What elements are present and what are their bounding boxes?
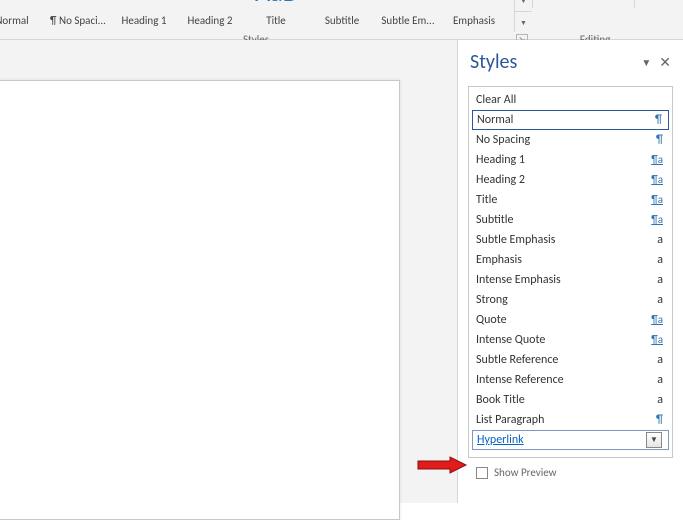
- pane-title: Styles: [470, 50, 641, 74]
- style-type-icon: a: [645, 350, 663, 370]
- close-icon[interactable]: ✕: [659, 54, 671, 71]
- style-gallery-item[interactable]: AaBTitle: [244, 0, 308, 33]
- style-label: Subtle Em...: [376, 14, 440, 27]
- style-name: Subtle Emphasis: [476, 230, 645, 250]
- style-gallery-item[interactable]: AaBbCcDdtEmphasis: [442, 0, 506, 33]
- style-type-icon: ¶: [645, 410, 663, 430]
- style-type-icon: ¶a: [645, 330, 663, 350]
- style-label: ¶ No Spaci...: [46, 14, 110, 27]
- style-label: Subtitle: [310, 14, 374, 27]
- style-name: Intense Reference: [476, 370, 645, 390]
- document-area: [0, 40, 457, 503]
- style-label: Title: [244, 14, 308, 27]
- style-gallery-item[interactable]: AaBbCcINormal: [0, 0, 44, 33]
- page[interactable]: [0, 80, 400, 520]
- style-row[interactable]: Quote¶a: [472, 310, 669, 330]
- style-type-icon: a: [645, 290, 663, 310]
- style-row[interactable]: List Paragraph¶: [472, 410, 669, 430]
- styles-gallery: AaBbCcINormalAaBbCcDc¶ No Spaci...AaBbCc…: [0, 0, 508, 33]
- style-label: Heading 2: [178, 14, 242, 27]
- style-type-icon: a: [645, 390, 663, 410]
- style-type-icon: ¶a: [645, 190, 663, 210]
- style-type-icon: ¶a: [645, 310, 663, 330]
- style-row[interactable]: Book Titlea: [472, 390, 669, 410]
- style-row[interactable]: Intense Referencea: [472, 370, 669, 390]
- style-row[interactable]: Stronga: [472, 290, 669, 310]
- style-name: No Spacing: [476, 130, 645, 150]
- style-gallery-item[interactable]: AaBbCcDc¶ No Spaci...: [46, 0, 110, 33]
- task-pane-options-icon[interactable]: ▼: [641, 56, 651, 69]
- style-row[interactable]: Intense Emphasisa: [472, 270, 669, 290]
- style-label: Normal: [0, 14, 44, 27]
- ribbon: AaBbCcINormalAaBbCcDc¶ No Spaci...AaBbCc…: [0, 0, 683, 40]
- style-row[interactable]: Intense Quote¶a: [472, 330, 669, 350]
- style-type-icon: ¶a: [645, 170, 663, 190]
- style-name: Intense Emphasis: [476, 270, 645, 290]
- style-row[interactable]: Hyperlink▼: [472, 430, 669, 450]
- row-down-icon[interactable]: ▼: [515, 0, 532, 12]
- style-preview: AaBbCcI: [0, 0, 44, 14]
- style-type-icon: ¶: [644, 110, 662, 130]
- style-gallery-item[interactable]: AaBbCcISubtitle: [310, 0, 374, 33]
- styles-gallery-more[interactable]: ▲ ▼ ▼: [514, 0, 532, 32]
- style-name: Emphasis: [476, 250, 645, 270]
- style-preview: AaBbCc: [112, 0, 176, 14]
- style-name: Intense Quote: [476, 330, 645, 350]
- style-gallery-item[interactable]: AaBbCcHeading 1: [112, 0, 176, 33]
- style-preview: AaBbCcDdt: [442, 0, 506, 14]
- style-list: Clear AllNormal¶No Spacing¶Heading 1¶aHe…: [468, 86, 673, 458]
- style-type-icon: a: [645, 270, 663, 290]
- style-preview: AaBbCcI: [178, 0, 242, 14]
- style-row[interactable]: Subtle Referencea: [472, 350, 669, 370]
- pane-header: Styles ▼ ✕: [458, 40, 683, 82]
- style-gallery-item[interactable]: AaBbCcIHeading 2: [178, 0, 242, 33]
- show-preview-checkbox[interactable]: Show Preview: [476, 466, 683, 479]
- style-name: Hyperlink: [477, 430, 646, 450]
- style-row[interactable]: Heading 2¶a: [472, 170, 669, 190]
- style-row[interactable]: Emphasisa: [472, 250, 669, 270]
- style-name: Book Title: [476, 390, 645, 410]
- group-separator: [532, 0, 533, 8]
- style-name: Heading 2: [476, 170, 645, 190]
- style-row[interactable]: No Spacing¶: [472, 130, 669, 150]
- style-type-icon: ¶a: [645, 150, 663, 170]
- show-preview-label: Show Preview: [494, 466, 557, 479]
- style-type-icon: ¶: [645, 130, 663, 150]
- style-type-icon: ¶a: [645, 210, 663, 230]
- style-dropdown-button[interactable]: ▼: [646, 432, 662, 448]
- style-row[interactable]: Normal¶: [472, 110, 669, 130]
- style-name: Quote: [476, 310, 645, 330]
- style-preview: AaBbCcI: [310, 0, 374, 14]
- style-type-icon: a: [645, 370, 663, 390]
- style-preview: AaB: [244, 0, 308, 14]
- styles-pane: Styles ▼ ✕ Clear AllNormal¶No Spacing¶He…: [457, 40, 683, 503]
- style-type-icon: a: [645, 250, 663, 270]
- style-name: Title: [476, 190, 645, 210]
- style-preview: AaBbCcDdt: [376, 0, 440, 14]
- style-gallery-item[interactable]: AaBbCcDdtSubtle Em...: [376, 0, 440, 33]
- style-type-icon: a: [645, 230, 663, 250]
- more-styles-icon[interactable]: ▼: [515, 12, 532, 32]
- style-name: Subtitle: [476, 210, 645, 230]
- style-name: Strong: [476, 290, 645, 310]
- style-label: Emphasis: [442, 14, 506, 27]
- style-row[interactable]: Subtle Emphasisa: [472, 230, 669, 250]
- style-row[interactable]: Subtitle¶a: [472, 210, 669, 230]
- style-row[interactable]: Title¶a: [472, 190, 669, 210]
- style-label: Heading 1: [112, 14, 176, 27]
- style-name: Heading 1: [476, 150, 645, 170]
- group-separator: [634, 0, 635, 8]
- style-name: Subtle Reference: [476, 350, 645, 370]
- style-name: Clear All: [476, 90, 645, 110]
- style-row[interactable]: Heading 1¶a: [472, 150, 669, 170]
- style-row[interactable]: Clear All: [472, 90, 669, 110]
- style-name: List Paragraph: [476, 410, 645, 430]
- checkbox-icon[interactable]: [476, 467, 488, 479]
- style-preview: AaBbCcDc: [46, 0, 110, 14]
- style-name: Normal: [477, 110, 644, 130]
